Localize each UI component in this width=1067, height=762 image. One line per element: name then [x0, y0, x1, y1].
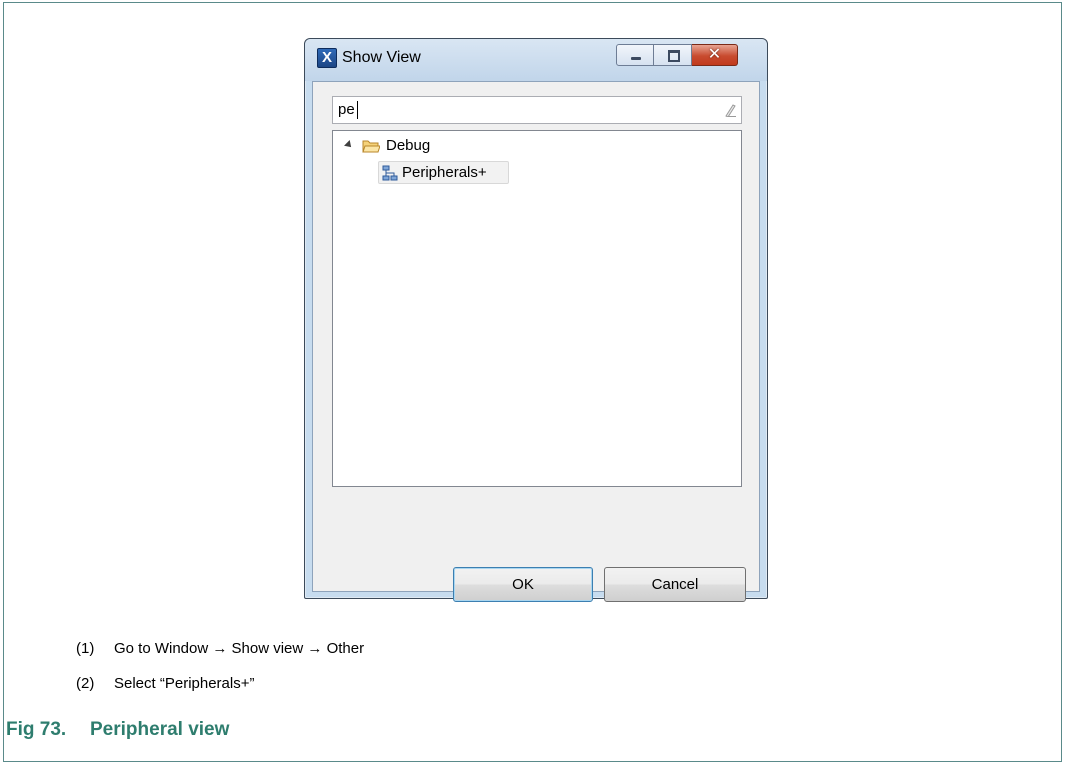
show-view-dialog: X Show View ✕ pe Debug Peripherals+ OK C…: [304, 38, 768, 602]
ok-button[interactable]: OK: [453, 567, 593, 602]
dialog-client-area: pe Debug Peripherals+ OK Cancel: [312, 81, 760, 602]
filter-input[interactable]: pe: [332, 96, 742, 124]
peripherals-view-icon: [382, 165, 398, 181]
minimize-button[interactable]: [616, 44, 654, 66]
folder-icon: [362, 140, 380, 153]
dialog-title-bar[interactable]: X Show View ✕: [305, 39, 767, 81]
minimize-icon: [631, 57, 641, 60]
cancel-button[interactable]: Cancel: [604, 567, 746, 602]
tree-item-peripherals[interactable]: Peripherals+: [378, 161, 509, 184]
dialog-title: Show View: [342, 49, 421, 66]
step-number: (2): [76, 675, 95, 692]
eraser-icon[interactable]: [724, 103, 736, 117]
maximize-icon: [668, 50, 680, 62]
filter-input-value: pe: [338, 101, 355, 118]
step-text: Go to Window → Show view → Other: [114, 640, 365, 657]
text-caret: [357, 101, 358, 119]
app-icon: X: [317, 48, 337, 68]
close-button[interactable]: ✕: [692, 44, 738, 66]
step-text: Select “Peripherals+”: [114, 675, 255, 692]
figure-title: Peripheral view: [90, 719, 230, 740]
tree-category-label: Debug: [386, 137, 431, 154]
step-number: (1): [76, 640, 95, 657]
close-icon: ✕: [707, 46, 722, 63]
tree-item-label: Peripherals+: [402, 164, 487, 181]
view-tree[interactable]: Debug Peripherals+: [332, 130, 742, 487]
figure-number: Fig 73.: [6, 719, 67, 740]
expand-arrow-icon[interactable]: [344, 140, 354, 150]
maximize-button[interactable]: [654, 44, 692, 66]
